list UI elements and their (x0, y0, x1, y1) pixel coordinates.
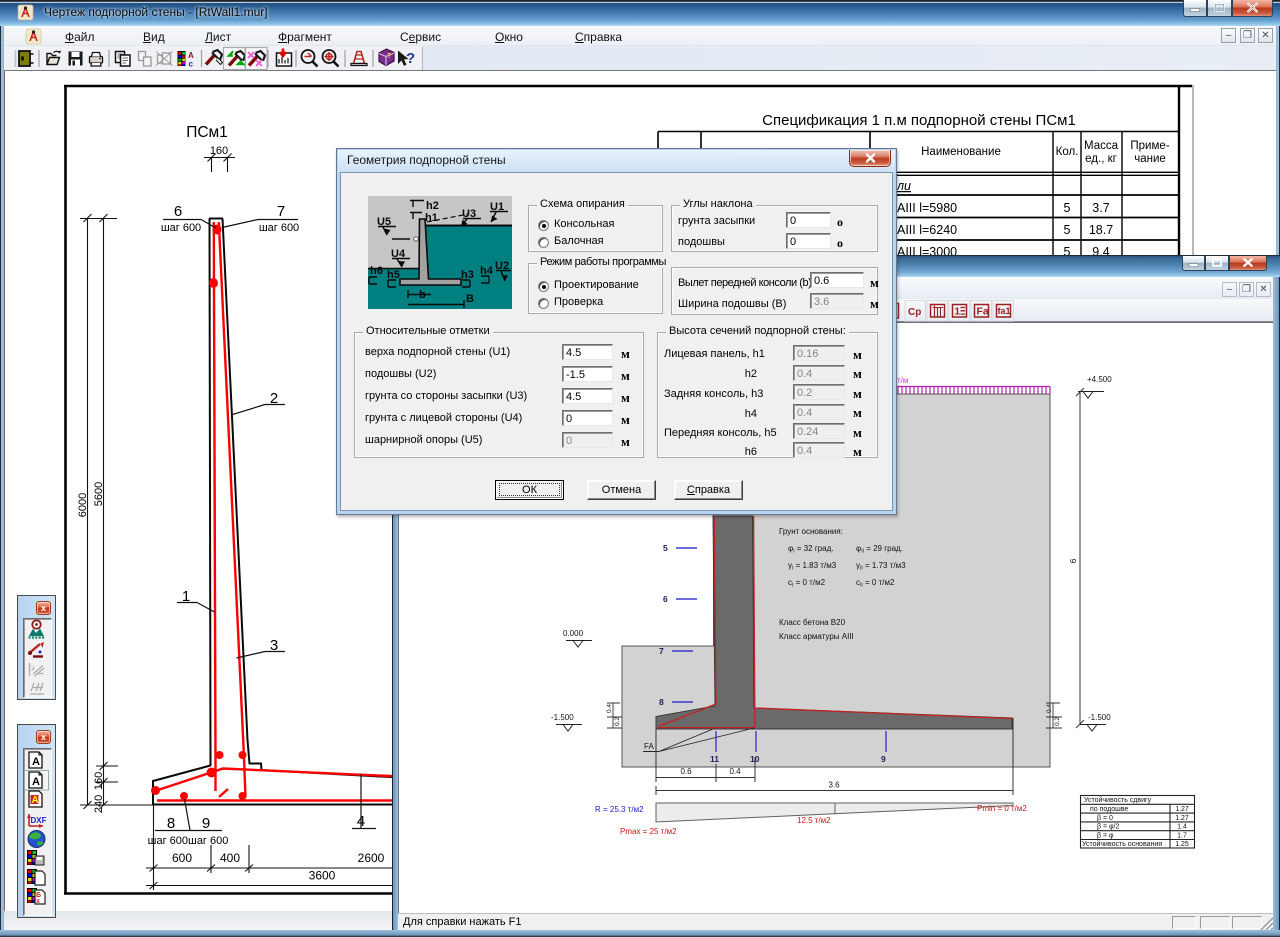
svg-text:т/м: т/м (897, 376, 908, 385)
svg-text:11: 11 (710, 754, 719, 764)
svg-text:0.2: 0.2 (614, 717, 621, 726)
svg-text:6: 6 (663, 594, 668, 604)
svg-text:по подошве: по подошве (1090, 806, 1128, 813)
svg-text:1.27: 1.27 (1175, 806, 1189, 813)
svg-text:Грунт основания:: Грунт основания: (779, 527, 843, 536)
svg-text:6: 6 (1068, 558, 1078, 563)
svg-text:β = 0: β = 0 (1097, 815, 1113, 822)
svg-text:U2: U2 (495, 260, 509, 272)
svg-text:β = φ/2: β = φ/2 (1097, 824, 1119, 831)
svg-text:φI = 32 град.: φI = 32 град. (788, 544, 834, 555)
svg-text:γI = 1.83 т/м3: γI = 1.83 т/м3 (788, 561, 837, 572)
svg-text:b: b (419, 289, 426, 301)
svg-text:h5: h5 (387, 269, 400, 281)
svg-text:h2: h2 (426, 200, 439, 212)
svg-text:1.4: 1.4 (1177, 824, 1187, 831)
svg-text:7: 7 (659, 646, 664, 656)
svg-text:0.4: 0.4 (606, 704, 613, 713)
svg-text:FA: FA (644, 742, 654, 751)
svg-text:U4: U4 (391, 248, 406, 260)
svg-text:5: 5 (663, 543, 668, 553)
svg-text:h4: h4 (480, 265, 494, 277)
svg-text:Класс арматуры АIII: Класс арматуры АIII (779, 632, 854, 641)
svg-text:Класс бетона В20: Класс бетона В20 (779, 618, 846, 627)
svg-text:h3: h3 (461, 269, 474, 281)
svg-text:U1: U1 (490, 201, 504, 213)
svg-text:0.000: 0.000 (563, 629, 584, 638)
svg-text:U5: U5 (377, 216, 391, 228)
svg-text:3.6: 3.6 (828, 781, 840, 790)
svg-text:B: B (466, 293, 474, 305)
svg-text:12.5 т/м2: 12.5 т/м2 (797, 816, 831, 825)
svg-text:0.2: 0.2 (1054, 717, 1061, 726)
svg-text:h6: h6 (370, 265, 383, 277)
svg-text:-1.500: -1.500 (1088, 713, 1111, 722)
svg-text:-1.500: -1.500 (551, 713, 574, 722)
svg-text:1.25: 1.25 (1175, 841, 1189, 848)
svg-text:8: 8 (659, 697, 664, 707)
svg-text:R = 25.3 т/м2: R = 25.3 т/м2 (595, 805, 644, 814)
svg-text:Устойчивость основания: Устойчивость основания (1082, 840, 1162, 848)
svg-text:U3: U3 (462, 208, 476, 220)
svg-text:0.6: 0.6 (680, 767, 692, 776)
svg-text:φII = 29 град.: φII = 29 град. (856, 544, 903, 555)
svg-text:1.27: 1.27 (1175, 815, 1189, 822)
svg-text:h1: h1 (425, 212, 438, 224)
svg-text:cII = 0 т/м2: cII = 0 т/м2 (856, 578, 895, 589)
svg-text:Pmin = 0 т/м2: Pmin = 0 т/м2 (977, 804, 1027, 813)
svg-text:1.7: 1.7 (1177, 832, 1187, 839)
svg-text:β = φ: β = φ (1097, 832, 1114, 839)
svg-text:0.4: 0.4 (1046, 704, 1053, 713)
svg-text:9: 9 (881, 754, 886, 764)
svg-text:γII = 1.73 т/м3: γII = 1.73 т/м3 (856, 561, 906, 572)
svg-text:+4.500: +4.500 (1087, 375, 1112, 384)
svg-text:cI = 0 т/м2: cI = 0 т/м2 (788, 578, 826, 589)
svg-text:Устойчивость сдвигу: Устойчивость сдвигу (1084, 796, 1152, 804)
svg-text:0.4: 0.4 (729, 767, 741, 776)
svg-text:Pmax = 25 т/м2: Pmax = 25 т/м2 (620, 827, 677, 836)
